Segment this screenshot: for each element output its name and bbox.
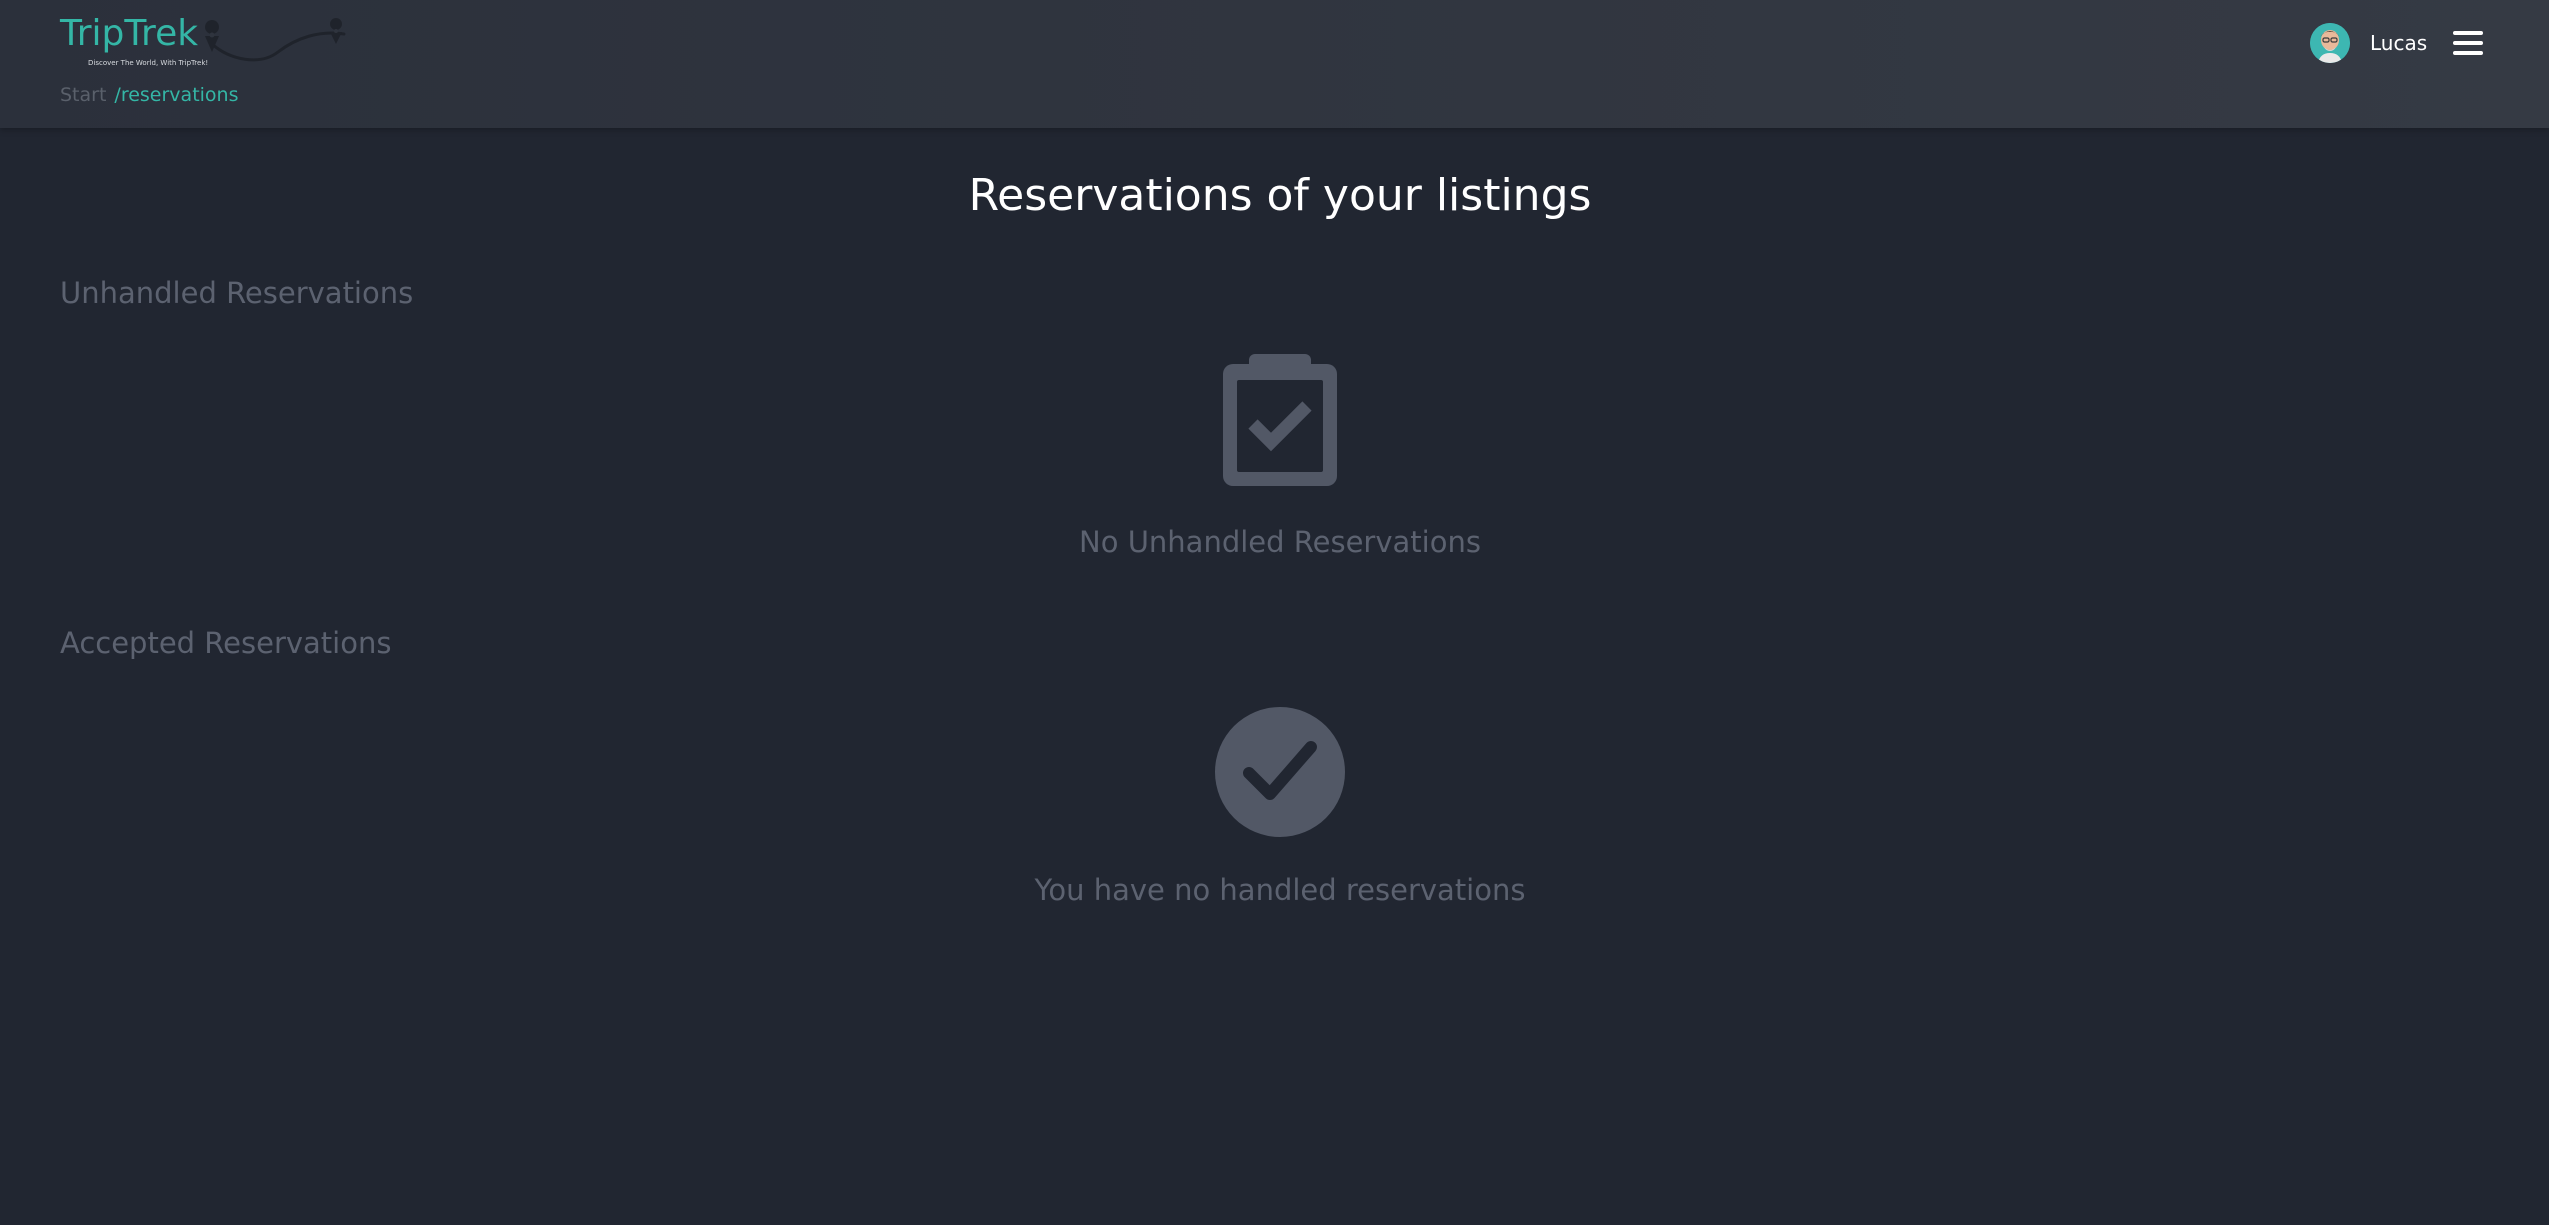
clipboard-check-icon	[1223, 354, 1337, 486]
breadcrumb-current: /reservations	[114, 84, 239, 106]
accepted-reservations-heading: Accepted Reservations	[60, 626, 392, 660]
route-pin-icon	[205, 18, 346, 62]
breadcrumb: Start/reservations	[60, 83, 239, 107]
breadcrumb-start-link[interactable]: Start	[60, 84, 106, 106]
page-title: Reservations of your listings	[968, 170, 1592, 221]
menu-bar	[2453, 51, 2483, 55]
avatar[interactable]	[2310, 23, 2350, 63]
menu-bar	[2453, 41, 2483, 45]
username-label[interactable]: Lucas	[2370, 31, 2427, 55]
accepted-empty-message: You have no handled reservations	[1034, 873, 1526, 907]
menu-bar	[2453, 31, 2483, 35]
hamburger-menu-icon[interactable]	[2453, 30, 2483, 56]
user-menu: Lucas	[2249, 0, 2549, 88]
accepted-empty-state: You have no handled reservations	[0, 707, 2549, 908]
triptrek-logo[interactable]: TripTrek Discover The World, With TripTr…	[60, 12, 346, 72]
user-avatar-icon	[2310, 23, 2350, 63]
unhandled-empty-state: No Unhandled Reservations	[0, 354, 2549, 560]
top-navbar: TripTrek Discover The World, With TripTr…	[0, 0, 2549, 128]
unhandled-reservations-heading: Unhandled Reservations	[60, 276, 414, 310]
circle-check-icon	[1215, 707, 1345, 837]
unhandled-empty-message: No Unhandled Reservations	[1079, 525, 1481, 559]
logo-wordmark: TripTrek	[60, 13, 199, 54]
logo-tagline: Discover The World, With TripTrek!	[88, 59, 209, 67]
